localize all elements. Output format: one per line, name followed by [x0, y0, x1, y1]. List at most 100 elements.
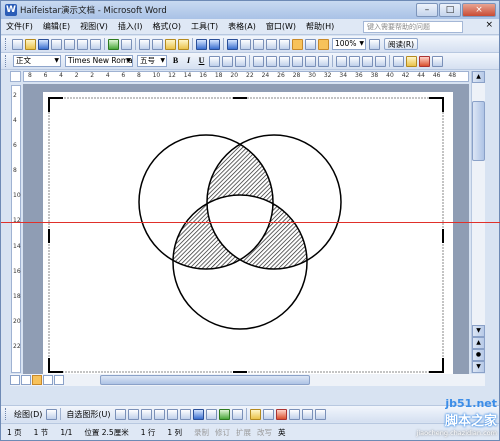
- highlight-icon[interactable]: [406, 55, 417, 67]
- read-button[interactable]: 阅读(R): [384, 38, 419, 50]
- undo-icon[interactable]: [196, 38, 207, 50]
- arrow-tool-icon[interactable]: [127, 408, 139, 420]
- align-center-icon[interactable]: [266, 55, 277, 67]
- diagram-icon[interactable]: [205, 408, 217, 420]
- outside-border-icon[interactable]: [393, 55, 404, 67]
- line-spacing-icon[interactable]: [318, 55, 329, 67]
- picture-icon[interactable]: [231, 408, 243, 420]
- justify-icon[interactable]: [292, 55, 303, 67]
- print-preview-icon[interactable]: [90, 38, 101, 50]
- decrease-indent-icon[interactable]: [362, 55, 373, 67]
- scroll-down-arrow-icon[interactable]: ▼: [472, 325, 485, 337]
- vertical-scroll-thumb[interactable]: [472, 101, 485, 161]
- font-select[interactable]: Times New Roman ▼: [65, 55, 133, 67]
- normal-view-icon[interactable]: [10, 375, 20, 385]
- menu-edit[interactable]: 编辑(E): [38, 19, 75, 35]
- format-painter-icon[interactable]: [178, 38, 189, 50]
- italic-button[interactable]: I: [183, 55, 194, 67]
- insert-table-icon[interactable]: [253, 38, 264, 50]
- bullets-icon[interactable]: [349, 55, 360, 67]
- underline-button[interactable]: U: [196, 55, 207, 67]
- select-browse-object-icon[interactable]: ●: [472, 349, 485, 361]
- email-icon[interactable]: [64, 38, 75, 50]
- toolbar-options-icon[interactable]: [432, 55, 443, 67]
- line-color-icon[interactable]: [262, 408, 274, 420]
- char-scale-icon[interactable]: [235, 55, 246, 67]
- toolbar-grip[interactable]: [5, 38, 8, 50]
- save-icon[interactable]: [38, 38, 49, 50]
- venn-drawing-canvas[interactable]: [43, 92, 453, 374]
- align-right-icon[interactable]: [279, 55, 290, 67]
- copy-icon[interactable]: [152, 38, 163, 50]
- drawing-icon[interactable]: [292, 38, 303, 50]
- open-folder-icon[interactable]: [25, 38, 36, 50]
- arrow-style-icon[interactable]: [314, 408, 326, 420]
- increase-indent-icon[interactable]: [375, 55, 386, 67]
- insert-excel-icon[interactable]: [266, 38, 277, 50]
- menu-help[interactable]: 帮助(H): [301, 19, 339, 35]
- web-view-icon[interactable]: [21, 375, 31, 385]
- close-button[interactable]: ×: [462, 3, 496, 17]
- draw-menu-button[interactable]: 绘图(D): [11, 409, 45, 420]
- tables-borders-icon[interactable]: [240, 38, 251, 50]
- title-bar[interactable]: W Haifeistar演示文档 - Microsoft Word – □ ×: [1, 1, 499, 19]
- show-hide-icon[interactable]: [318, 38, 329, 50]
- clipart-icon[interactable]: [218, 408, 230, 420]
- line-tool-icon[interactable]: [114, 408, 126, 420]
- outline-view-icon[interactable]: [43, 375, 53, 385]
- status-track-changes[interactable]: 修订: [215, 427, 230, 438]
- canvas-corner-handle[interactable]: [429, 97, 444, 112]
- vertical-ruler[interactable]: 2 4 6 8 10 12 14 16 18 20 22: [11, 85, 21, 373]
- redo-icon[interactable]: [209, 38, 220, 50]
- font-color-icon[interactable]: [419, 55, 430, 67]
- canvas-corner-handle[interactable]: [429, 358, 444, 373]
- paste-icon[interactable]: [165, 38, 176, 50]
- document-map-icon[interactable]: [305, 38, 316, 50]
- reading-view-icon[interactable]: [54, 375, 64, 385]
- canvas-corner-handle[interactable]: [48, 358, 63, 373]
- char-shading-icon[interactable]: [222, 55, 233, 67]
- menu-view[interactable]: 视图(V): [75, 19, 113, 35]
- align-left-icon[interactable]: [253, 55, 264, 67]
- help-search-input[interactable]: 键入需要帮助的问题: [363, 21, 463, 33]
- status-record[interactable]: 录制: [194, 427, 209, 438]
- document-close-icon[interactable]: ×: [485, 20, 493, 30]
- document-page[interactable]: [43, 92, 453, 374]
- autoshapes-menu-button[interactable]: 自选图形(U): [63, 409, 113, 420]
- research-icon[interactable]: [121, 38, 132, 50]
- menu-window[interactable]: 窗口(W): [261, 19, 301, 35]
- style-select[interactable]: 正文 ▼: [13, 55, 61, 67]
- hyperlink-icon[interactable]: [227, 38, 238, 50]
- menu-file[interactable]: 文件(F): [1, 19, 38, 35]
- permission-icon[interactable]: [51, 38, 62, 50]
- tab-selector[interactable]: [10, 71, 21, 82]
- line-style-icon[interactable]: [288, 408, 300, 420]
- print-view-icon[interactable]: [32, 375, 42, 385]
- char-border-icon[interactable]: [209, 55, 220, 67]
- minimize-button[interactable]: –: [416, 3, 438, 17]
- new-document-icon[interactable]: [12, 38, 23, 50]
- zoom-select[interactable]: 100% ▼: [332, 38, 366, 50]
- previous-page-icon[interactable]: ▲: [472, 337, 485, 349]
- vertical-textbox-icon[interactable]: [179, 408, 191, 420]
- font-color-icon[interactable]: [275, 408, 287, 420]
- toolbar-grip[interactable]: [5, 55, 8, 67]
- select-objects-icon[interactable]: [46, 408, 58, 420]
- cut-icon[interactable]: [139, 38, 150, 50]
- oval-tool-icon[interactable]: [153, 408, 165, 420]
- fill-color-icon[interactable]: [249, 408, 261, 420]
- maximize-button[interactable]: □: [439, 3, 461, 17]
- toolbar-grip[interactable]: [5, 408, 8, 420]
- help-icon[interactable]: [369, 38, 380, 50]
- dash-style-icon[interactable]: [301, 408, 313, 420]
- textbox-tool-icon[interactable]: [166, 408, 178, 420]
- menu-insert[interactable]: 插入(I): [113, 19, 148, 35]
- distributed-icon[interactable]: [305, 55, 316, 67]
- status-extend[interactable]: 扩展: [236, 427, 251, 438]
- horizontal-scrollbar[interactable]: [10, 374, 485, 386]
- menu-tools[interactable]: 工具(T): [186, 19, 223, 35]
- status-overtype[interactable]: 改写: [257, 427, 272, 438]
- menu-table[interactable]: 表格(A): [223, 19, 261, 35]
- scroll-up-arrow-icon[interactable]: ▲: [472, 71, 485, 83]
- horizontal-ruler[interactable]: 8 6 4 2 2 4 6 8 10 12 14 16 18 20 22 24 26 28 30 32 34 36 38 40…: [23, 71, 469, 82]
